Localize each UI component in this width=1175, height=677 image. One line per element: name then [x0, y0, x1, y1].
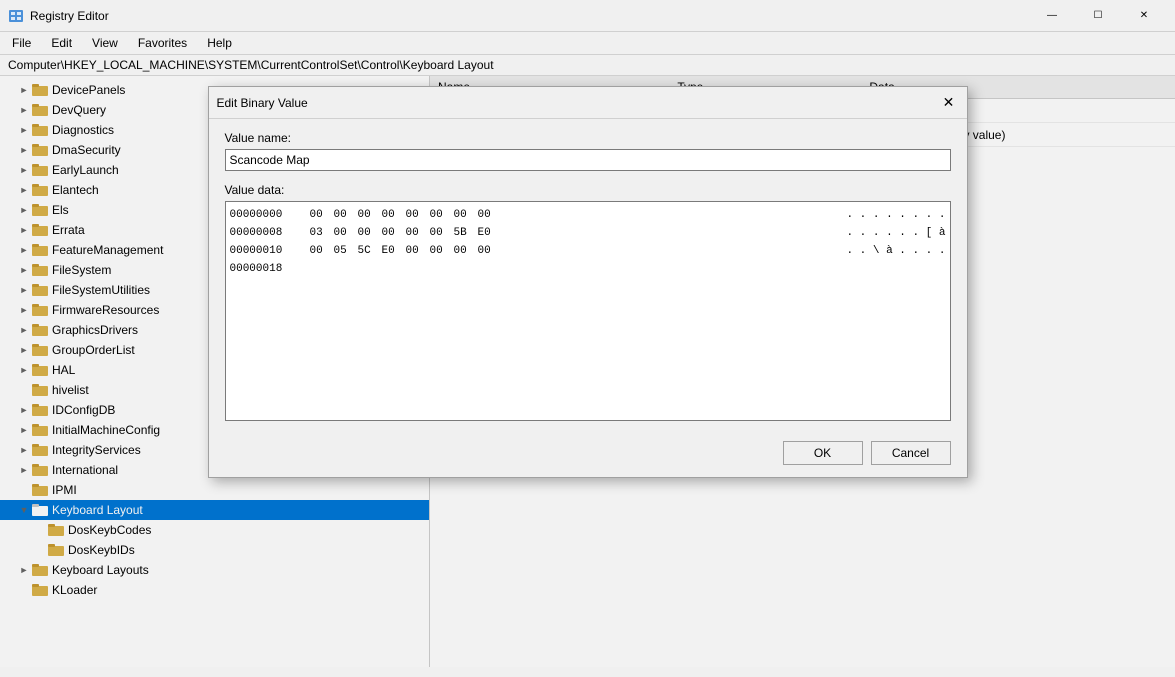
regedit-icon: [8, 8, 24, 24]
hex-address: 00000010: [230, 242, 310, 260]
ok-button[interactable]: OK: [783, 441, 863, 465]
hex-bytes: [310, 260, 946, 278]
hex-byte: 00: [478, 242, 498, 260]
dialog-close-button[interactable]: ✕: [939, 93, 959, 113]
hex-byte: 00: [310, 242, 330, 260]
hex-byte: E0: [478, 224, 498, 242]
hex-byte: 00: [454, 242, 474, 260]
window-controls: — ☐ ✕: [1029, 0, 1167, 32]
dialog-title: Edit Binary Value: [217, 96, 308, 110]
menu-bar: FileEditViewFavoritesHelp: [0, 32, 1175, 55]
hex-byte: 00: [358, 206, 378, 224]
hex-byte: 00: [334, 206, 354, 224]
hex-row: 000000000000000000000000. . . . . . . .: [230, 206, 946, 224]
value-name-input[interactable]: [225, 149, 951, 171]
hex-row: 00000018: [230, 260, 946, 278]
hex-bytes: 0000000000000000: [310, 206, 831, 224]
edit-binary-dialog: Edit Binary Value ✕ Value name: Value da…: [208, 86, 968, 478]
app-title: Registry Editor: [30, 9, 1029, 23]
dialog-overlay: Edit Binary Value ✕ Value name: Value da…: [0, 76, 1175, 667]
hex-byte: 5C: [358, 242, 378, 260]
address-bar: Computer\HKEY_LOCAL_MACHINE\SYSTEM\Curre…: [0, 55, 1175, 76]
hex-byte: 5B: [454, 224, 474, 242]
hex-byte: 05: [334, 242, 354, 260]
hex-byte: 00: [406, 206, 426, 224]
title-bar: Registry Editor — ☐ ✕: [0, 0, 1175, 32]
hex-byte: 00: [430, 224, 450, 242]
hex-bytes: 00055CE000000000: [310, 242, 831, 260]
hex-byte: 00: [382, 206, 402, 224]
menu-item-edit[interactable]: Edit: [43, 34, 80, 52]
hex-byte: 00: [358, 224, 378, 242]
main-content: ►DevicePanels►DevQuery►Diagnostics►DmaSe…: [0, 76, 1175, 667]
maximize-button[interactable]: ☐: [1075, 0, 1121, 32]
dialog-title-bar: Edit Binary Value ✕: [209, 87, 967, 119]
menu-item-favorites[interactable]: Favorites: [130, 34, 195, 52]
hex-byte: 00: [454, 206, 474, 224]
hex-ascii: . . \ à . . . .: [830, 242, 945, 260]
cancel-button[interactable]: Cancel: [871, 441, 951, 465]
hex-byte: 00: [310, 206, 330, 224]
hex-address: 00000000: [230, 206, 310, 224]
hex-byte: 03: [310, 224, 330, 242]
hex-byte: E0: [382, 242, 402, 260]
menu-item-help[interactable]: Help: [199, 34, 240, 52]
close-button[interactable]: ✕: [1121, 0, 1167, 32]
hex-ascii: . . . . . . [ à: [830, 224, 945, 242]
hex-row: 000000080300000000005BE0. . . . . . [ à: [230, 224, 946, 242]
dialog-body: Value name: Value data: 0000000000000000…: [209, 119, 967, 433]
hex-ascii: . . . . . . . .: [830, 206, 945, 224]
hex-byte: 00: [334, 224, 354, 242]
value-name-label: Value name:: [225, 131, 951, 145]
menu-item-file[interactable]: File: [4, 34, 39, 52]
hex-address: 00000008: [230, 224, 310, 242]
hex-editor[interactable]: 000000000000000000000000. . . . . . . .0…: [225, 201, 951, 421]
hex-bytes: 0300000000005BE0: [310, 224, 831, 242]
hex-byte: 00: [382, 224, 402, 242]
address-path: Computer\HKEY_LOCAL_MACHINE\SYSTEM\Curre…: [8, 58, 494, 72]
hex-byte: 00: [406, 224, 426, 242]
value-data-label: Value data:: [225, 183, 951, 197]
dialog-footer: OK Cancel: [209, 433, 967, 477]
hex-byte: 00: [430, 206, 450, 224]
hex-byte: 00: [406, 242, 426, 260]
menu-item-view[interactable]: View: [84, 34, 126, 52]
hex-row: 0000001000055CE000000000. . \ à . . . .: [230, 242, 946, 260]
minimize-button[interactable]: —: [1029, 0, 1075, 32]
hex-byte: 00: [430, 242, 450, 260]
hex-byte: 00: [478, 206, 498, 224]
hex-address: 00000018: [230, 260, 310, 278]
